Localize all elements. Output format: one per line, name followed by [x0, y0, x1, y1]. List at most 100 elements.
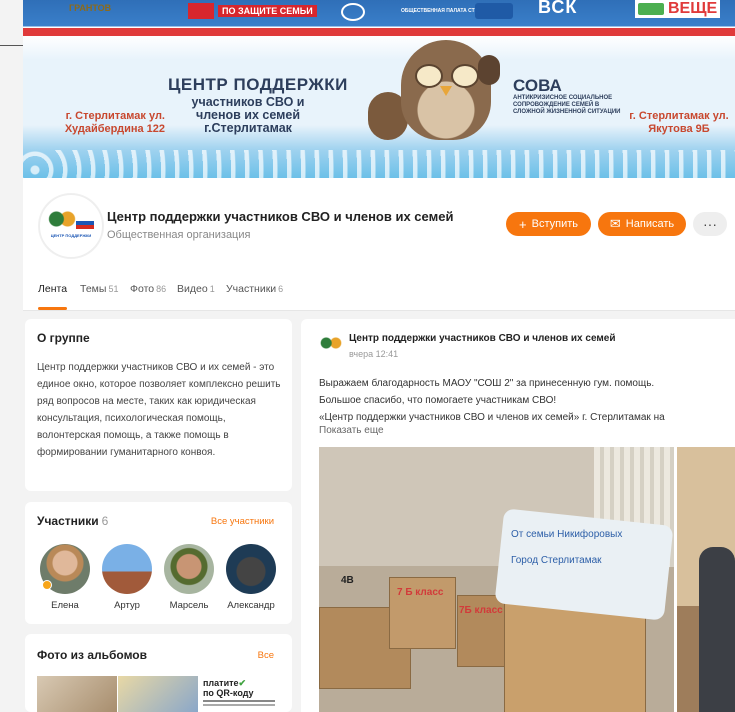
photo-person [699, 547, 735, 712]
banner-title: ЦЕНТР ПОДДЕРЖКИ [168, 75, 348, 94]
box-label: 4В [341, 575, 354, 586]
owl-small-illustration [478, 55, 500, 85]
thumbnail-text-line: платите [203, 678, 239, 688]
member-item[interactable]: Артур [97, 544, 157, 611]
members-title-label: Участники [37, 514, 99, 528]
tab-label: Лента [38, 283, 68, 295]
tab-count: 86 [156, 284, 167, 294]
tab-label: Видео [177, 283, 208, 295]
partner-logo-text: ПО ЗАЩИТЕ СЕМЬИ [218, 5, 317, 17]
check-icon: ✔ [238, 678, 247, 688]
avatar [226, 544, 276, 594]
group-tabs: Лента Темы 51 Фото 86 Видео 1 Участники 6 [23, 270, 735, 311]
album-photos-card: Фото из альбомов Все платите✔ по QR-коду [25, 634, 292, 712]
group-logo-caption: ЦЕНТР ПОДДЕРЖКИ [50, 233, 92, 238]
tab-members[interactable]: Участники 6 [226, 283, 283, 295]
avatar [102, 544, 152, 594]
member-name: Артур [114, 600, 140, 611]
tab-photos[interactable]: Фото 86 [130, 283, 166, 295]
all-photos-link[interactable]: Все [258, 650, 274, 661]
emblem-icon [341, 3, 365, 21]
message-button[interactable]: ✉ Написать [598, 212, 686, 236]
banner-address-right: г. Стерлитамак ул. Якутова 9Б [629, 110, 729, 135]
post-author-avatar[interactable] [319, 335, 343, 351]
member-name: Марсель [169, 600, 209, 611]
show-more-link[interactable]: Показать еще [319, 425, 384, 436]
members-title: Участники 6 [37, 514, 108, 528]
partner-logo-mark [638, 2, 664, 15]
more-options-button[interactable]: ··· [693, 212, 727, 236]
partner-logo-vsk: ВСК [538, 0, 578, 17]
post-text-line: Выражаем благодарность МАОУ "СОШ 2" за п… [319, 378, 655, 389]
owl-beak [440, 86, 452, 96]
photo-thumbnail[interactable]: платите✔ по QR-коду [199, 676, 279, 712]
banner-sova-title: СОВА [513, 76, 562, 95]
member-item[interactable]: Марсель [159, 544, 219, 611]
more-dots-icon: ··· [703, 216, 717, 232]
partner-logo-mark [188, 3, 214, 19]
tab-feed[interactable]: Лента [38, 283, 68, 310]
flowers-decoration [23, 150, 735, 178]
thumbnail-text-line: по QR-коду [203, 688, 254, 698]
feed-post: Центр поддержки участников СВО и членов … [301, 319, 735, 712]
tab-label: Участники [226, 283, 277, 295]
message-button-label: Написать [625, 218, 675, 230]
partner-logo-family: ПО ЗАЩИТЕ СЕМЬИ [188, 3, 317, 19]
group-type: Общественная организация [107, 229, 251, 241]
flag-icon [76, 217, 94, 229]
post-text-line: «Центр поддержки участников СВО и членов… [319, 412, 665, 423]
partner-logo-mark [475, 3, 513, 19]
avatar [40, 544, 90, 594]
join-button[interactable]: + Вступить [506, 212, 591, 236]
box-label: От семьи Никифоровых [511, 529, 623, 540]
owl-eye [415, 64, 443, 88]
member-name: Елена [51, 600, 79, 611]
partner-logo-emblem [341, 3, 365, 23]
group-cover-banner: ГРАНТОВ ПО ЗАЩИТЕ СЕМЬИ ОБЩЕСТВЕННАЯ ПАЛ… [23, 0, 735, 178]
plus-icon: + [519, 216, 527, 232]
photo-thumbnail[interactable] [118, 676, 198, 712]
partner-logo-text: ВЕЩЕ [668, 0, 718, 17]
box-label: 7 Б класс [397, 587, 444, 598]
post-photo[interactable] [677, 447, 735, 712]
photos-title: Фото из альбомов [37, 648, 148, 662]
thumbnail-lines [203, 700, 275, 702]
members-count: 6 [101, 514, 109, 528]
partner-logos-strip: ГРАНТОВ ПО ЗАЩИТЕ СЕМЬИ ОБЩЕСТВЕННАЯ ПАЛ… [23, 0, 735, 26]
photo-thumbnail[interactable] [37, 676, 117, 712]
banner-address-left: г. Стерлитамак ул. Худайбердина 122 [64, 110, 165, 135]
tab-count: 6 [278, 284, 284, 294]
group-name[interactable]: Центр поддержки участников СВО и членов … [107, 209, 453, 224]
online-status-icon [42, 580, 52, 590]
tab-count: 1 [209, 284, 215, 294]
members-card: Участники 6 Все участники Елена Артур Мар… [25, 502, 292, 624]
banner-subtitle: участников СВО и членов их семей г.Стерл… [191, 95, 305, 135]
post-author-name[interactable]: Центр поддержки участников СВО и членов … [349, 333, 616, 344]
tab-topics[interactable]: Темы 51 [80, 283, 118, 295]
box-label: Город Стерлитамак [511, 555, 602, 566]
partner-logo-blue [475, 3, 513, 21]
member-item[interactable]: Елена [35, 544, 95, 611]
partner-logo-veshe: ВЕЩЕ [635, 0, 721, 18]
about-title: О группе [37, 331, 90, 345]
post-timestamp[interactable]: вчера 12:41 [349, 349, 398, 359]
post-photo[interactable]: 4В 7 Б класс 7Б класс От семьи Никифоров… [319, 447, 674, 712]
tab-count: 51 [108, 284, 119, 294]
group-avatar[interactable]: ЦЕНТР ПОДДЕРЖКИ [39, 194, 103, 258]
tab-label: Фото [130, 283, 155, 295]
message-icon: ✉ [609, 216, 621, 231]
tab-label: Темы [80, 283, 107, 295]
post-text: Выражаем благодарность МАОУ "СОШ 2" за п… [319, 375, 729, 426]
post-text-line: Большое спасибо, что помогаете участника… [319, 395, 557, 406]
all-members-link[interactable]: Все участники [211, 516, 274, 527]
member-item[interactable]: Александр [221, 544, 281, 611]
group-logo-figures [48, 211, 76, 231]
join-button-label: Вступить [531, 218, 578, 230]
box-label: 7Б класс [459, 605, 503, 616]
partner-logo-grants: ГРАНТОВ [69, 3, 112, 13]
about-text: Центр поддержки участников СВО и их семе… [37, 362, 281, 458]
tab-videos[interactable]: Видео 1 [177, 283, 215, 295]
banner-sova-subtitle: АНТИКРИЗИСНОЕ СОЦИАЛЬНОЕ СОПРОВОЖДЕНИЕ С… [513, 95, 621, 115]
avatar [164, 544, 214, 594]
about-group-card: О группе Центр поддержки участников СВО … [25, 319, 292, 491]
